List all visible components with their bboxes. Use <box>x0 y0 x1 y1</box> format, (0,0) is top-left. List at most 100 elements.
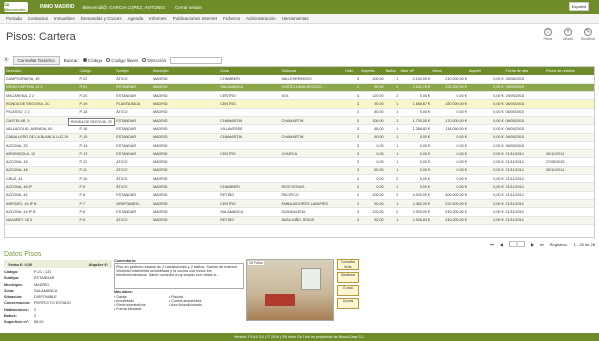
table-cell: 2 <box>384 174 400 184</box>
radio-codigo-llaves[interactable]: Código llaves <box>106 58 138 63</box>
table-cell: 29/05/2015 <box>504 83 545 93</box>
table-cell <box>280 141 345 151</box>
table-cell: AZCONA, 48 <box>5 166 79 176</box>
table-row[interactable]: AZCONA, 44 8º B P-6 ESTANDAR MADRID SALAMANC… <box>5 207 594 217</box>
edit-icon: ✎ <box>584 28 592 36</box>
column-header[interactable]: Municipio <box>151 67 220 75</box>
column-header[interactable]: Valor m² <box>399 67 432 75</box>
table-cell: 0,00 € <box>467 166 505 176</box>
table-cell <box>544 191 594 200</box>
table-cell: 2.100,00 € <box>399 75 432 84</box>
table-row[interactable]: AZCONA, 48 6º P-9 ÁTICO MADRID CHAMBERI RIOS … <box>5 182 594 192</box>
manage-button[interactable]: Gestionar <box>337 272 359 283</box>
table-row[interactable]: AZCONA, 48 P-11 ÁTICO MADRID 3 60,00 1 0,00 €0,… <box>5 166 594 176</box>
property-photo[interactable]: 15 Fotos <box>246 259 334 321</box>
table-row[interactable]: RONDA DE SEGOVIA, 2C P-19 PLANTA BAJA MADRI… <box>5 99 594 109</box>
logout-link[interactable]: Cerrar sesión <box>175 5 202 10</box>
column-header[interactable]: Fecha de alta <box>504 67 545 75</box>
filter-button[interactable]: ▽ Filtrar <box>541 28 555 41</box>
email-button[interactable]: E-mail <box>337 285 359 296</box>
column-header[interactable]: Subtipo <box>115 67 152 75</box>
main-menu: Portada Contactos Inmuebles Demandas y Cruc… <box>0 14 599 24</box>
table-row[interactable]: AZCONA, 33 P-14 ESTANDAR MADRID 3 0,00 1 0,00 €… <box>5 141 594 151</box>
column-header[interactable]: Baños <box>384 67 400 75</box>
table-cell: 1 <box>384 75 400 84</box>
next-page-icon[interactable]: ▶ <box>531 242 534 247</box>
page-number-input[interactable]: 1 <box>508 241 525 247</box>
table-cell: 0,00 € <box>467 141 505 151</box>
column-header[interactable]: Código <box>78 67 116 75</box>
table-cell: 82,00 <box>360 216 385 225</box>
menu-item-0[interactable]: Portada <box>6 16 22 21</box>
table-cell: 1 <box>384 99 400 109</box>
add-button[interactable]: + Añadir <box>561 28 575 41</box>
table-cell <box>544 75 594 84</box>
menu-item-6[interactable]: Publicaciones Internet <box>173 16 217 21</box>
table-row[interactable]: CAMPOGRAFIA, 45 P-22 ÁTICO MADRID CHAMBERI VA… <box>5 75 594 84</box>
prev-page-icon[interactable]: ◀ <box>500 242 503 247</box>
table-row[interactable]: NAZARET, 18 3 P-5 ÁTICO MADRID RETIRO IBIZA-N… <box>5 216 594 225</box>
app-logo[interactable]: SB Bienvenido <box>4 2 28 12</box>
edit-button[interactable]: ✎ Modificar <box>581 28 595 41</box>
last-page-icon[interactable]: ⏭ <box>540 242 544 247</box>
table-cell: 0,00 € <box>467 91 505 101</box>
table-header: Dirección Código Subtipo Municipio Zona Subzo… <box>5 67 594 75</box>
table-row[interactable]: MACARENA, 2 2 P-20 ESTANDAR MADRID CENTRO SOL… <box>5 91 594 101</box>
table-row[interactable]: ARGENSOLA, 12 P-13 ESTANDAR MADRID CENTRO CHU… <box>5 149 594 159</box>
radio-codigo[interactable]: Código <box>83 58 102 63</box>
view-sheet-button[interactable]: Consultar ficha <box>337 259 359 270</box>
table-row[interactable]: ANFIARO, 44 8º B P-7 APARTAMEN... MADRID CEN… <box>5 199 594 209</box>
table-row[interactable]: CRUZ, 44 P-10 ÁTICO MADRID 4 0,00 2 0,00 €0,00 … <box>5 174 594 184</box>
table-cell: 2.926,83 € <box>399 216 432 225</box>
table-cell: CHAMBERI <box>219 182 281 192</box>
table-row[interactable]: AZCONA, 44 P-8 ESTANDAR MADRID RETIRO PACIFIC… <box>5 191 594 200</box>
toolbar: ▽ Filtrar + Añadir ✎ Modificar <box>541 28 595 41</box>
column-header[interactable]: Dirección <box>5 67 79 75</box>
menu-item-7[interactable]: Ficheros <box>223 16 240 21</box>
menu-item-3[interactable]: Demandas y Cruces <box>81 16 122 21</box>
table-row[interactable]: AZCONA, 45 P-12 ÁTICO MADRID 3 0,00 1 0,00 €0,0… <box>5 157 594 167</box>
table-row[interactable]: GRAN CAPITAN, 21 2 P-21 ESTANDAR MADRID SALA… <box>5 83 594 93</box>
records-label: Registros: <box>549 241 568 247</box>
table-cell: 1 <box>384 216 400 225</box>
column-header[interactable]: Venta <box>431 67 468 75</box>
search-input[interactable] <box>170 56 223 64</box>
column-header[interactable]: Fecha de revisión <box>544 67 594 75</box>
table-row[interactable]: VALLADOLID, AVENIDA, 80 P-16 ESTANDAR MADRI… <box>5 124 594 134</box>
table-cell: P-12 <box>78 157 116 167</box>
menu-item-4[interactable]: Agenda <box>128 16 144 21</box>
sale-price: Venta €: 0,00 <box>8 261 33 267</box>
table-cell: 0,00 € <box>467 99 505 109</box>
menu-item-8[interactable]: Administración <box>246 16 276 21</box>
table-cell: CASTELLANA-RECOLE... <box>280 83 345 93</box>
column-header[interactable]: Zona <box>219 67 281 75</box>
table-cell: P-5 <box>78 216 116 225</box>
column-header[interactable]: Habi.. <box>344 67 361 75</box>
table-cell: P-14 <box>78 141 116 151</box>
column-header[interactable]: Alquiler <box>467 67 505 75</box>
language-select[interactable]: Español <box>569 2 589 11</box>
column-header[interactable]: Superfic.. <box>360 67 385 75</box>
column-header[interactable]: Subzona <box>280 67 345 75</box>
matches-button[interactable]: Cruces <box>337 298 359 309</box>
menu-item-1[interactable]: Contactos <box>28 16 48 21</box>
map-pin-icon[interactable]: ⦿ <box>4 57 9 63</box>
table-cell: CHUECA <box>280 149 345 159</box>
table-cell: AZCONA, 33 <box>5 141 79 151</box>
table-cell: 3 <box>344 133 361 142</box>
table-cell: 26/06/2015 <box>504 75 545 84</box>
radio-direccion[interactable]: Dirección <box>142 58 166 63</box>
menu-item-9[interactable]: Herramientas <box>282 16 309 21</box>
table-row[interactable]: PICASSO, 2 2 P-18 ÁTICO MADRID 2 80,00 1 0,00 €… <box>5 108 594 118</box>
table-cell: 3 <box>344 149 361 159</box>
table-cell: 0,00 € <box>399 141 432 151</box>
menu-item-2[interactable]: Inmuebles <box>54 16 75 21</box>
table-cell: 2 <box>384 83 400 93</box>
menu-item-5[interactable]: Informes <box>149 16 167 21</box>
table-cell: 06/05/2015 <box>504 124 545 134</box>
first-page-icon[interactable]: ⏮ <box>490 242 494 247</box>
history-button[interactable]: Consultar histórico <box>12 55 60 65</box>
comment-text[interactable]: Piso en perfecto estado de 2 habitacione… <box>114 263 244 289</box>
detail-title: Datos Pisos <box>4 251 42 258</box>
table-row[interactable]: CABALLERO DE LA BLANCA LUZ,19 P-15 ESTANDA… <box>5 133 594 142</box>
